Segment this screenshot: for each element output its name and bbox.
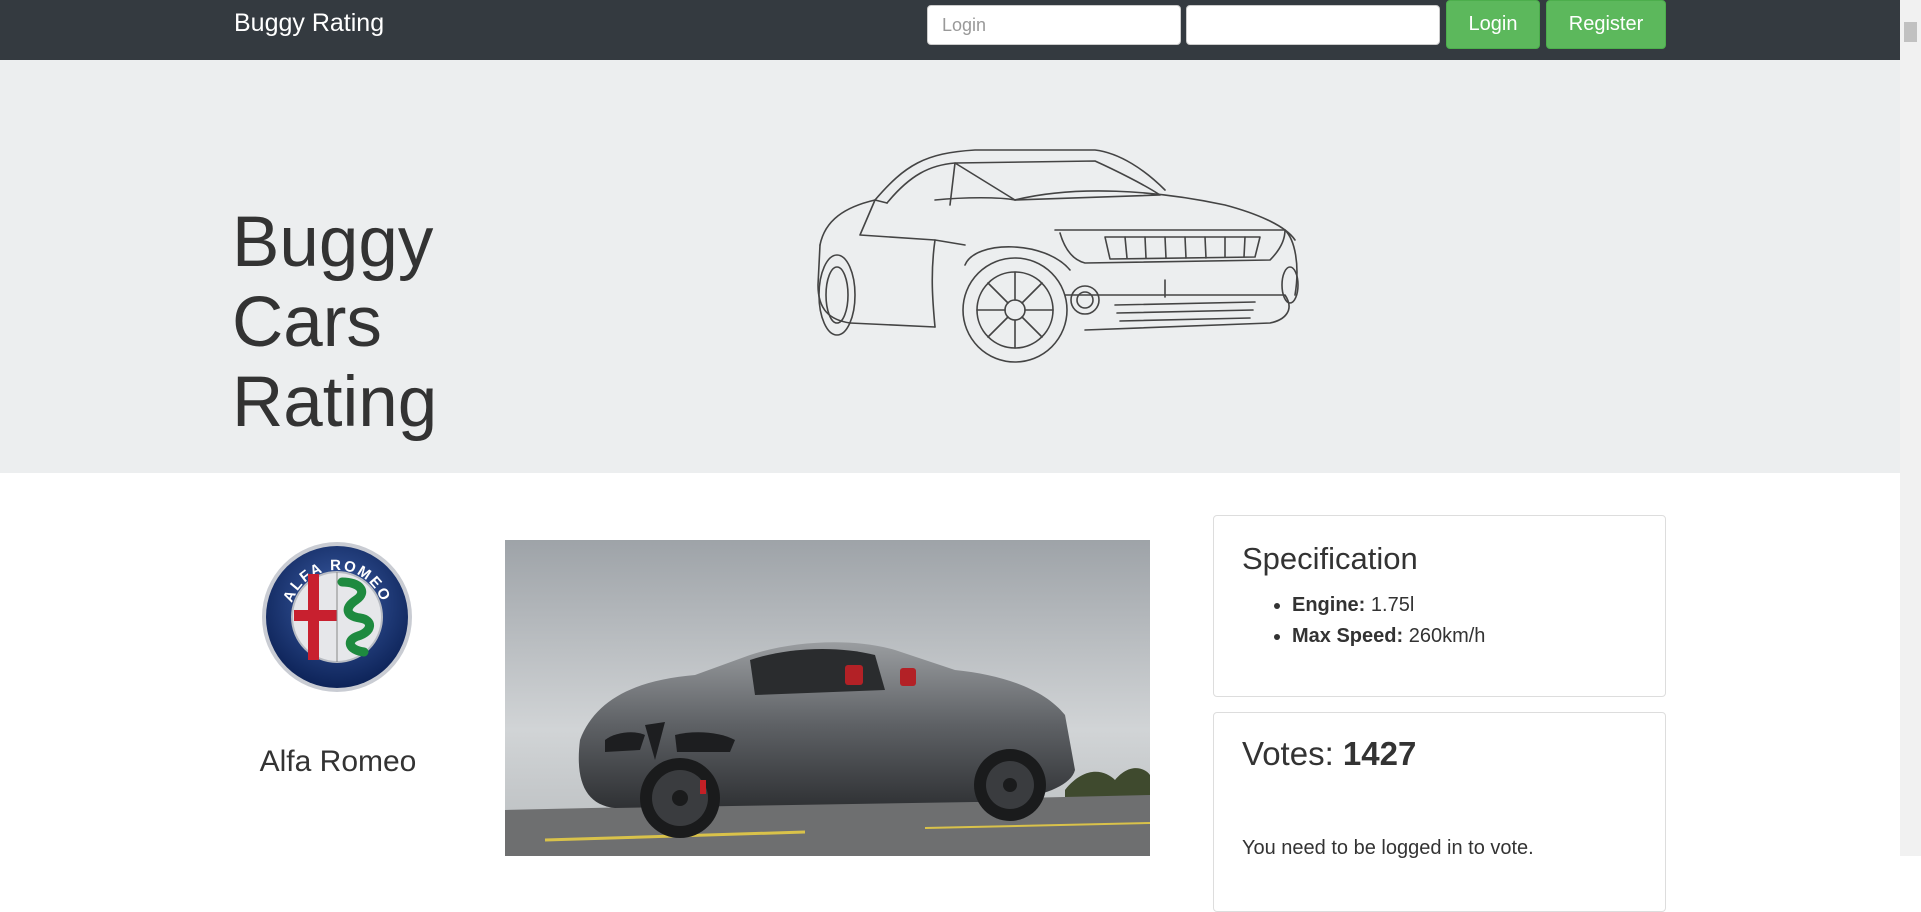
spec-label: Max Speed: (1292, 625, 1404, 647)
car-photo (505, 540, 1150, 856)
votes-count: 1427 (1342, 735, 1417, 772)
login-required-note: You need to be logged in to vote. (1242, 837, 1534, 859)
login-button[interactable]: Login (1446, 0, 1540, 49)
specification-panel: Specification Engine: 1.75l Max Speed: 2… (1213, 515, 1666, 697)
spec-value: 260km/h (1408, 625, 1486, 647)
top-navbar: Buggy Rating Login Register (0, 0, 1900, 60)
spec-value: 1.75l (1370, 594, 1415, 616)
votes-heading: Votes: 1427 (1242, 735, 1416, 773)
votes-panel: Votes: 1427 You need to be logged in to … (1213, 712, 1666, 912)
make-logo[interactable]: ALFA ROMEO (260, 540, 414, 694)
car-sketch-illustration (817, 149, 1299, 363)
spec-item-max-speed: Max Speed: 260km/h (1292, 621, 1485, 652)
specification-list: Engine: 1.75l Max Speed: 260km/h (1266, 590, 1485, 652)
spec-item-engine: Engine: 1.75l (1292, 590, 1485, 621)
specification-title: Specification (1242, 541, 1418, 576)
alfa-romeo-logo-icon: ALFA ROMEO (262, 542, 412, 692)
password-input[interactable] (1186, 5, 1440, 45)
register-button[interactable]: Register (1546, 0, 1666, 49)
brand-link[interactable]: Buggy Rating (234, 9, 384, 38)
login-input[interactable] (927, 5, 1181, 45)
make-name[interactable]: Alfa Romeo (238, 745, 438, 779)
votes-label: Votes: (1242, 735, 1334, 772)
scrollbar-thumb[interactable] (1904, 22, 1917, 42)
spec-label: Engine: (1292, 594, 1366, 616)
vertical-scrollbar[interactable] (1900, 0, 1921, 856)
hero-title: Buggy Cars Rating (232, 203, 438, 442)
